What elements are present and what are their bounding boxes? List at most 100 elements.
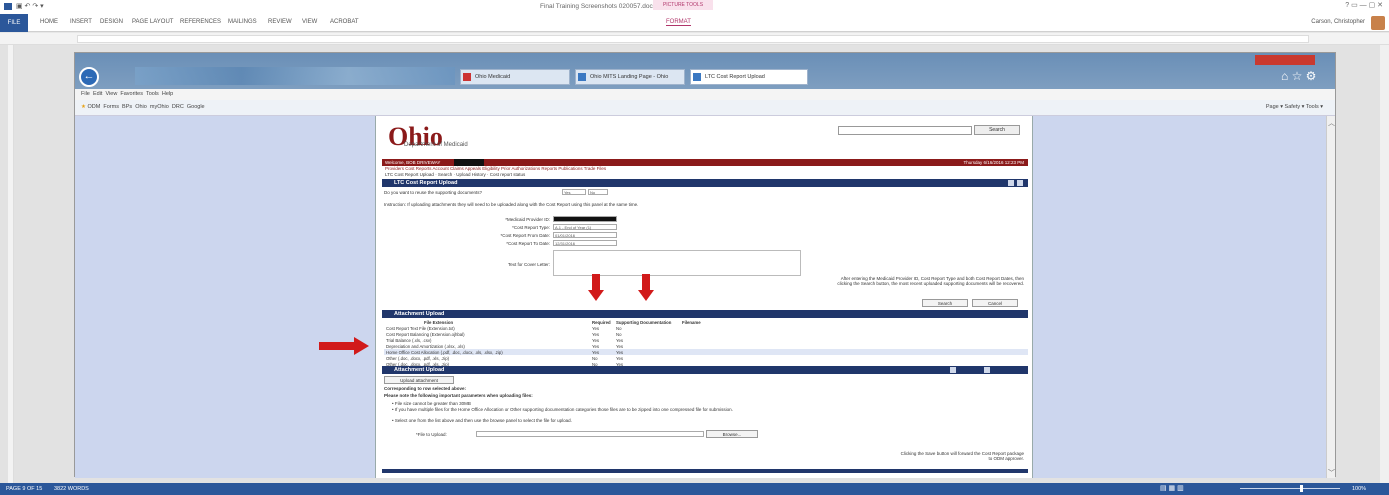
site-search-input[interactable] xyxy=(838,126,972,135)
fav-ohio[interactable]: Ohio xyxy=(135,104,147,110)
fav-drc[interactable]: DRC xyxy=(172,104,184,110)
vertical-ruler xyxy=(8,45,14,483)
reuse-no-radio[interactable]: No xyxy=(588,189,608,195)
search-button[interactable]: Search xyxy=(922,299,968,307)
tab-ohio-medicaid[interactable]: Ohio Medicaid xyxy=(460,69,570,85)
address-bar[interactable] xyxy=(135,67,455,85)
breadcrumb[interactable]: LTC Cost Report Upload · Search · Upload… xyxy=(382,172,1028,178)
scroll-down-icon[interactable]: ﹀ xyxy=(1328,468,1335,478)
scroll-up-icon[interactable]: ︿ xyxy=(1328,118,1335,128)
tab-review[interactable]: REVIEW xyxy=(268,19,292,25)
date-time: Thursday 6/16/2016 12:23 PM xyxy=(963,160,1024,165)
ruler-scale xyxy=(77,35,1309,43)
fav-bps[interactable]: BPs xyxy=(122,104,132,110)
zoom-slider-thumb[interactable] xyxy=(1300,485,1303,492)
tab-format[interactable]: FORMAT xyxy=(666,19,691,26)
menu-help[interactable]: Help xyxy=(162,91,173,97)
attachment-upload-header: Attachment Upload xyxy=(382,366,1028,374)
ie-favicon-icon xyxy=(578,73,586,81)
provider-id-input[interactable] xyxy=(553,216,617,222)
dept-name: Department of Medicaid xyxy=(404,142,468,148)
browser-titlebar: ← Ohio Medicaid Ohio MITS Landing Page -… xyxy=(75,53,1335,89)
file-path-input[interactable] xyxy=(476,431,704,437)
horizontal-ruler[interactable] xyxy=(0,33,1389,45)
zoom-slider[interactable] xyxy=(1240,488,1340,489)
ohio-page: Ohio Department of Medicaid Search Welco… xyxy=(375,116,1033,478)
quick-access-toolbar[interactable]: ▣ ↶ ↷ ▾ xyxy=(16,2,44,10)
site-search-button[interactable]: Search xyxy=(974,125,1020,135)
reuse-yes-radio[interactable]: Yes xyxy=(562,189,586,195)
red-arrow-down-icon xyxy=(638,274,654,302)
reuse-question: Do you want to reuse the supporting docu… xyxy=(384,190,483,195)
home-star-gear-icons[interactable]: ⌂ ☆ ⚙ xyxy=(1281,69,1316,83)
report-type-label: *Cost Report Type: xyxy=(512,225,550,230)
view-mode-icons[interactable]: ▤ ▦ ▥ xyxy=(1160,484,1184,492)
tab-insert[interactable]: INSERT xyxy=(70,19,92,25)
redacted-block xyxy=(454,159,484,166)
cover-letter-textarea[interactable] xyxy=(553,250,801,276)
menu-view[interactable]: View xyxy=(105,91,117,97)
tab-file[interactable]: FILE xyxy=(0,14,28,32)
embedded-browser-screenshot[interactable]: ← Ohio Medicaid Ohio MITS Landing Page -… xyxy=(74,52,1336,478)
browse-button[interactable]: Browse... xyxy=(706,430,758,438)
ie-favicon-icon xyxy=(693,73,701,81)
menu-favorites[interactable]: Favorites xyxy=(120,91,143,97)
zoom-level[interactable]: 100% xyxy=(1352,486,1366,492)
word-titlebar: ▣ ↶ ↷ ▾ Final Training Screenshots 02005… xyxy=(0,0,1389,14)
back-arrow-icon[interactable]: ← xyxy=(79,67,99,87)
upload-attachment-button[interactable]: Upload attachment xyxy=(384,376,454,384)
fav-google[interactable]: Google xyxy=(187,104,205,110)
to-date-input[interactable]: 12/31/2016 xyxy=(553,240,617,246)
attachment-table-header: Attachment Upload xyxy=(382,310,1028,318)
bullet-item: • Select one from the list above and the… xyxy=(392,418,572,423)
page-count[interactable]: PAGE 9 OF 15 xyxy=(6,486,42,492)
tab-ltc-upload[interactable]: LTC Cost Report Upload xyxy=(690,69,808,85)
from-date-label: *Cost Report From Date: xyxy=(500,233,550,238)
avatar[interactable] xyxy=(1371,16,1385,30)
help-icon[interactable] xyxy=(984,367,990,373)
window-close-button[interactable] xyxy=(1255,55,1315,65)
fav-forms[interactable]: Forms xyxy=(103,104,119,110)
tab-view[interactable]: VIEW xyxy=(302,19,317,25)
fav-odm[interactable]: ODM xyxy=(87,104,100,110)
user-account[interactable]: Carson, Christopher xyxy=(1311,19,1365,25)
search-hint: After entering the Medicaid Provider ID,… xyxy=(837,276,1024,286)
save-note: Clicking the Save button will forward th… xyxy=(900,451,1024,461)
document-scrollbar[interactable] xyxy=(1380,45,1389,483)
tab-home[interactable]: HOME xyxy=(40,19,58,25)
tab-acrobat[interactable]: ACROBAT xyxy=(330,19,359,25)
browser-scrollbar[interactable]: ︿ ﹀ xyxy=(1326,116,1335,478)
command-tools[interactable]: Tools xyxy=(1306,104,1319,110)
command-bar: Page ▾ Safety ▾ Tools ▾ xyxy=(1265,104,1323,110)
browser-content: Ohio Department of Medicaid Search Welco… xyxy=(75,116,1335,478)
tab-mits-landing[interactable]: Ohio MITS Landing Page - Ohio xyxy=(575,69,685,85)
file-to-upload-label: *File to Upload: xyxy=(416,432,447,437)
tab-mailings[interactable]: MAILINGS xyxy=(228,19,257,25)
red-arrow-down-icon xyxy=(588,274,604,302)
bullet-item: • File size cannot be greater than 30MB xyxy=(392,401,471,406)
menu-edit[interactable]: Edit xyxy=(93,91,102,97)
command-safety[interactable]: Safety xyxy=(1285,104,1301,110)
collapse-icon[interactable] xyxy=(950,367,956,373)
tab-design[interactable]: DESIGN xyxy=(100,19,123,25)
tab-page-layout[interactable]: PAGE LAYOUT xyxy=(132,19,173,25)
picture-tools-label: PICTURE TOOLS xyxy=(653,0,713,10)
menu-tools[interactable]: Tools xyxy=(146,91,159,97)
report-type-select[interactable]: A.1 - End of Year (1) xyxy=(553,224,617,230)
favorites-star-icon[interactable]: ★ xyxy=(81,104,86,110)
welcome-bar: Welcome, BOB DRIVEWAY Thursday 6/16/2016… xyxy=(382,159,1028,166)
from-date-input[interactable]: 01/01/2016 xyxy=(553,232,617,238)
browser-menu-bar: File Edit View Favorites Tools Help xyxy=(75,89,1335,100)
help-icon[interactable] xyxy=(1017,180,1023,186)
col-required: Required xyxy=(592,319,611,325)
ltc-upload-header: LTC Cost Report Upload xyxy=(382,179,1028,187)
window-controls[interactable]: ? ▭ — ▢ ✕ xyxy=(1345,1,1383,9)
fav-myohio[interactable]: myOhio xyxy=(150,104,169,110)
command-page[interactable]: Page xyxy=(1266,104,1279,110)
tab-references[interactable]: REFERENCES xyxy=(180,19,221,25)
menu-file[interactable]: File xyxy=(81,91,90,97)
panel-footer-bar xyxy=(382,469,1028,473)
collapse-icon[interactable] xyxy=(1008,180,1014,186)
word-count[interactable]: 3822 WORDS xyxy=(54,486,89,492)
cancel-button[interactable]: Cancel xyxy=(972,299,1018,307)
